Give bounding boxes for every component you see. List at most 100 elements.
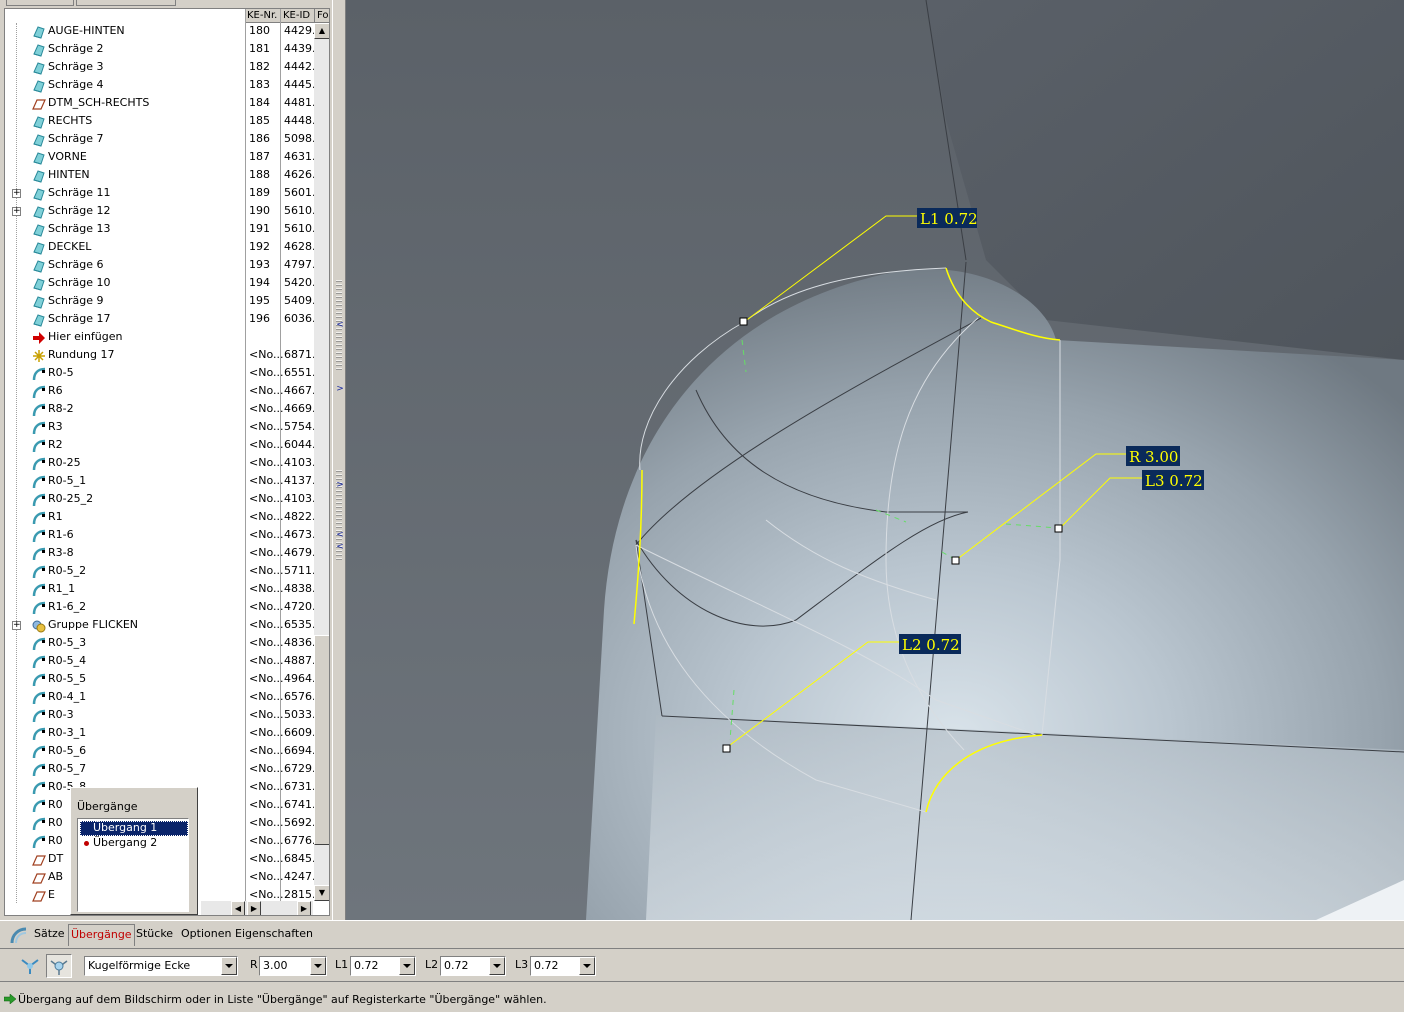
tree-horizontal-scrollbar[interactable]: ◀ ▶ ▶	[201, 901, 313, 915]
tree-row[interactable]: Schräge 10 194 5420...	[5, 275, 314, 293]
chevron-down-icon[interactable]	[399, 957, 415, 975]
scroll-left-thumb[interactable]: ▶	[247, 901, 261, 915]
chevron-down-icon[interactable]	[221, 957, 237, 975]
graphics-viewport[interactable]: L1 0.72 R 3.00 L3 0.72 L2 0.72	[346, 0, 1404, 920]
scroll-up-button[interactable]: ▲	[314, 23, 329, 39]
transition-item-2[interactable]: Übergang 2	[80, 836, 188, 851]
tree-row[interactable]: R3-8 <No...4679...	[5, 545, 314, 563]
tree-row[interactable]: Schräge 9 195 5409...	[5, 293, 314, 311]
tree-row[interactable]: Schräge 3 182 4442...	[5, 59, 314, 77]
tree-row-ke-id: 6609...	[284, 726, 314, 739]
sphere-corner-button[interactable]	[46, 954, 72, 978]
tree-row[interactable]: R2 <No...6044...	[5, 437, 314, 455]
l2-value-field[interactable]: 0.72	[440, 956, 506, 976]
tree-row[interactable]: R0-5_1 <No...4137...	[5, 473, 314, 491]
tree-row[interactable]: R0-5_6 <No...6694...	[5, 743, 314, 761]
tree-row[interactable]: R0-3 <No...5033...	[5, 707, 314, 725]
tab-optionen[interactable]: Optionen	[181, 927, 231, 940]
tree-row[interactable]: R0-25_2 <No...4103...	[5, 491, 314, 509]
dimension-label-l2[interactable]: L2 0.72	[902, 636, 960, 654]
tree-tab-stub-2[interactable]	[76, 0, 176, 6]
collapse-left-icon[interactable]: <	[335, 320, 345, 330]
l1-value-field[interactable]: 0.72	[350, 956, 416, 976]
tree-row[interactable]: R0-5_4 <No...4887...	[5, 653, 314, 671]
tree-row[interactable]: R0-5_7 <No...6729...	[5, 761, 314, 779]
tab-saetze[interactable]: Sätze	[34, 927, 65, 940]
tree-vertical-scrollbar[interactable]: ▲ ▼	[314, 23, 329, 901]
transition-item-1[interactable]: Übergang 1	[80, 821, 188, 836]
scroll-thumb[interactable]	[314, 635, 329, 845]
tree-row-ke-id: 4628...	[284, 240, 314, 253]
tree-row[interactable]: Schräge 6 193 4797...	[5, 257, 314, 275]
dimension-label-r[interactable]: R 3.00	[1129, 448, 1178, 466]
tree-row[interactable]: R0-3_1 <No...6609...	[5, 725, 314, 743]
tree-row[interactable]: R0-5_3 <No...4836...	[5, 635, 314, 653]
tree-row[interactable]: Rundung 17 <No...6871...	[5, 347, 314, 365]
scroll-down-button[interactable]: ▼	[314, 885, 329, 901]
tree-row[interactable]: R0-5 <No...6551...	[5, 365, 314, 383]
expand-right-icon[interactable]: >	[335, 480, 345, 490]
tree-row[interactable]: + Schräge 12 190 5610...	[5, 203, 314, 221]
tab-eigenschaften[interactable]: Eigenschaften	[235, 927, 313, 940]
chevron-down-icon[interactable]	[310, 957, 326, 975]
transition-mode-button[interactable]	[18, 954, 44, 978]
extrude-icon	[32, 277, 46, 291]
tree-row[interactable]: DECKEL 192 4628...	[5, 239, 314, 257]
tree-row[interactable]: RECHTS 185 4448...	[5, 113, 314, 131]
tree-row[interactable]: Hier einfügen	[5, 329, 313, 347]
drag-handle[interactable]	[951, 556, 960, 565]
tree-row[interactable]: HINTEN 188 4626...	[5, 167, 314, 185]
tree-row[interactable]: R1-6_2 <No...4720...	[5, 599, 314, 617]
tree-row[interactable]: Schräge 4 183 4445...	[5, 77, 314, 95]
tree-row[interactable]: R0-25 <No...4103...	[5, 455, 314, 473]
round-icon	[32, 439, 46, 453]
transition-type-select[interactable]: Kugelförmige Ecke	[84, 956, 238, 976]
collapse-left-icon[interactable]: <	[335, 542, 345, 552]
tree-row-label: R0-5_3	[48, 636, 87, 649]
tree-row[interactable]: R1 <No...4822...	[5, 509, 314, 527]
tree-row[interactable]: Schräge 17 196 6036...	[5, 311, 314, 329]
tree-row[interactable]: + Schräge 11 189 5601...	[5, 185, 314, 203]
tree-row[interactable]: R0-5_2 <No...5711...	[5, 563, 314, 581]
panel-sash[interactable]: < > > < <	[332, 0, 346, 920]
tab-uebergaenge[interactable]: Übergänge	[68, 924, 135, 946]
expand-right-icon[interactable]: >	[335, 384, 345, 394]
tree-tab-stub-1[interactable]	[6, 0, 74, 6]
scroll-left-button[interactable]: ◀	[231, 901, 245, 915]
tree-row[interactable]: + Gruppe FLICKEN <No...6535...	[5, 617, 314, 635]
column-ke-nr[interactable]: KE-Nr.	[245, 9, 281, 23]
drag-handle[interactable]	[722, 744, 731, 753]
tree-row[interactable]: R1_1 <No...4838...	[5, 581, 314, 599]
drag-handle[interactable]	[739, 317, 748, 326]
scroll-right-button[interactable]: ▶	[297, 901, 311, 915]
column-ke-id[interactable]: KE-ID	[281, 9, 315, 23]
tree-row[interactable]: R0-5_5 <No...4964...	[5, 671, 314, 689]
chevron-down-icon[interactable]	[579, 957, 595, 975]
tree-row[interactable]: Schräge 2 181 4439...	[5, 41, 314, 59]
tree-row[interactable]: AUGE-HINTEN 180 4429...	[5, 23, 314, 41]
column-fo[interactable]: Fo	[315, 9, 329, 23]
expand-toggle-icon[interactable]: +	[12, 621, 21, 630]
tree-row[interactable]: R6 <No...4667...	[5, 383, 314, 401]
prompt-arrow-icon	[4, 994, 16, 1004]
expand-toggle-icon[interactable]: +	[12, 189, 21, 198]
collapse-left-icon[interactable]: <	[335, 530, 345, 540]
chevron-down-icon[interactable]	[489, 957, 505, 975]
tree-row[interactable]: VORNE 187 4631...	[5, 149, 314, 167]
tree-top-tabs	[0, 0, 340, 8]
model-view-svg[interactable]: L1 0.72 R 3.00 L3 0.72 L2 0.72	[346, 0, 1404, 920]
tree-row[interactable]: DTM_SCH-RECHTS 184 4481...	[5, 95, 314, 113]
dimension-label-l1[interactable]: L1 0.72	[920, 210, 978, 228]
dimension-label-l3[interactable]: L3 0.72	[1145, 472, 1203, 490]
tree-row[interactable]: R1-6 <No...4673...	[5, 527, 314, 545]
r-value-field[interactable]: 3.00	[259, 956, 327, 976]
tree-row[interactable]: R8-2 <No...4669...	[5, 401, 314, 419]
tab-stuecke[interactable]: Stücke	[136, 927, 173, 940]
expand-toggle-icon[interactable]: +	[12, 207, 21, 216]
tree-row[interactable]: R3 <No...5754...	[5, 419, 314, 437]
l3-value-field[interactable]: 0.72	[530, 956, 596, 976]
tree-row[interactable]: Schräge 7 186 5098...	[5, 131, 314, 149]
drag-handle[interactable]	[1054, 524, 1063, 533]
tree-row[interactable]: R0-4_1 <No...6576...	[5, 689, 314, 707]
tree-row[interactable]: Schräge 13 191 5610...	[5, 221, 314, 239]
